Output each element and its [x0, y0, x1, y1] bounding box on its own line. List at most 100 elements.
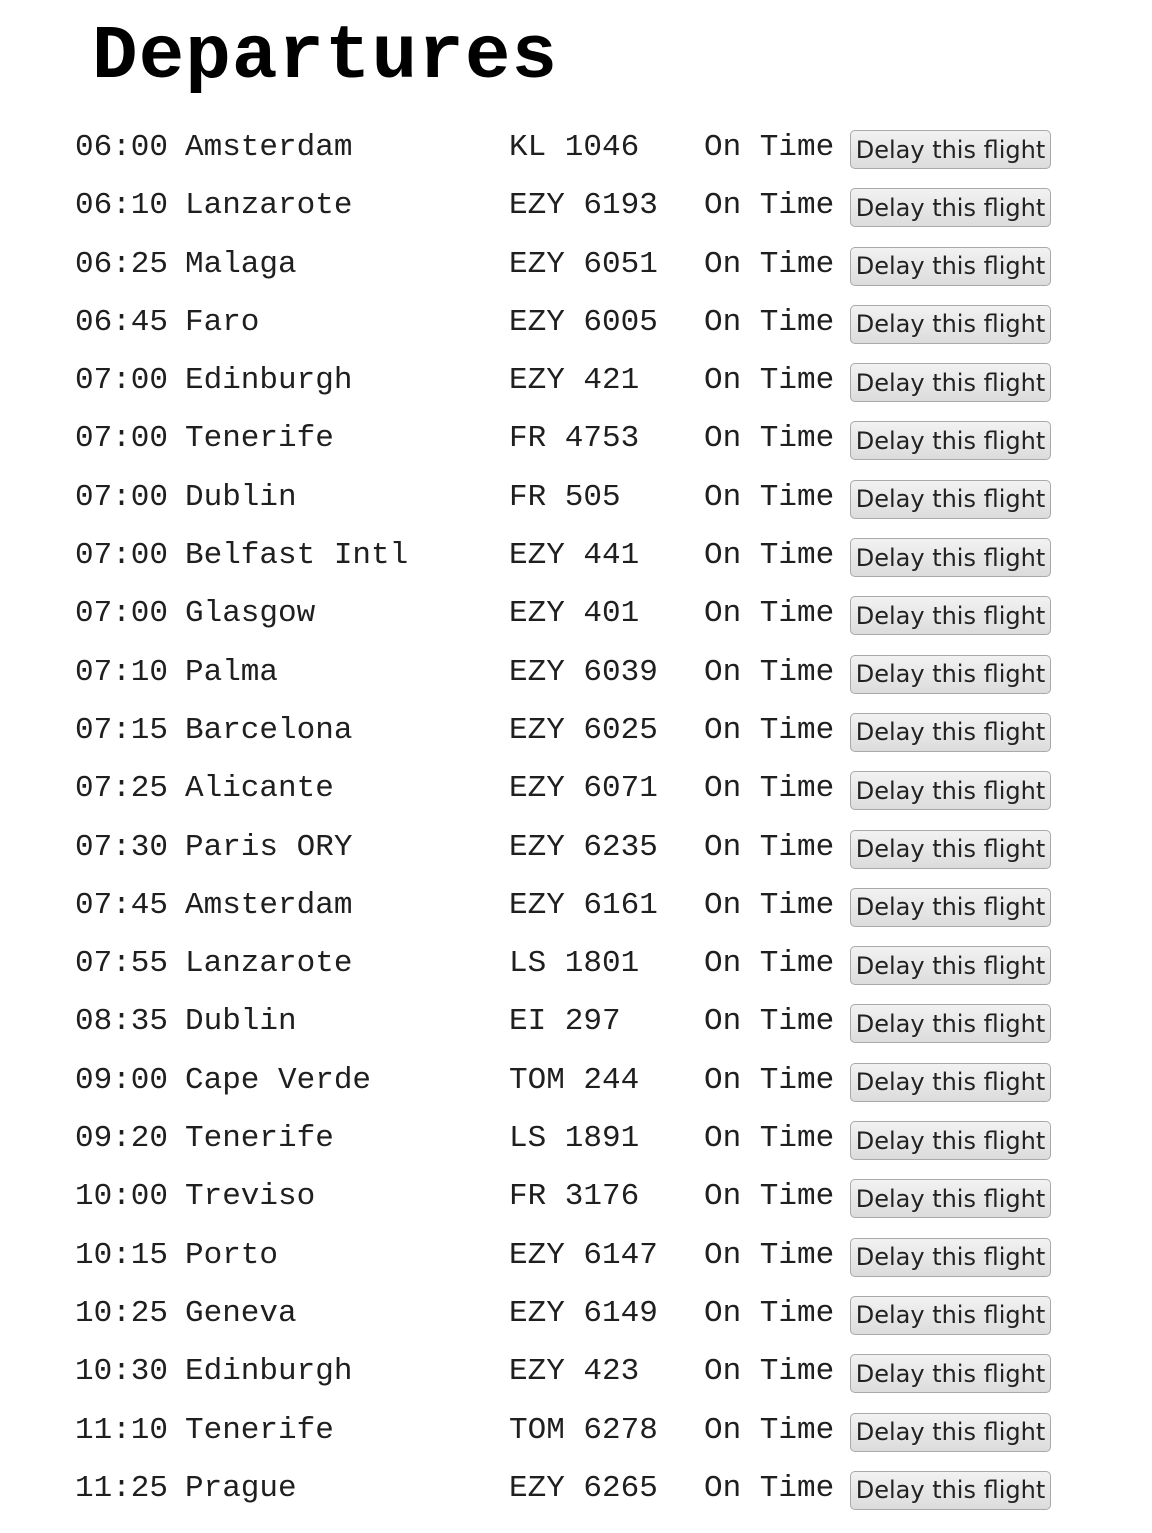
delay-flight-button[interactable]: Delay this flight — [850, 1179, 1051, 1219]
flight-number: EZY 6005 — [509, 304, 658, 340]
departure-time: 10:15 — [75, 1237, 169, 1273]
flight-status: On Time — [704, 246, 835, 282]
destination: Belfast Intl — [185, 538, 409, 574]
flight-number: EZY 6147 — [509, 1237, 658, 1273]
destination: Faro — [185, 304, 260, 340]
flight-row: 07:30 Paris ORY EZY 6235 On Time Delay t… — [75, 818, 1075, 876]
departures-board: 06:00 Amsterdam KL 1046 On Time Delay th… — [75, 118, 1075, 1517]
departure-time: 07:55 — [75, 946, 169, 982]
destination: Amsterdam — [185, 887, 353, 923]
flight-row: 07:00 Tenerife FR 4753 On Time Delay thi… — [75, 409, 1075, 467]
flight-number: LS 1891 — [509, 1121, 640, 1157]
flight-status: On Time — [704, 1470, 835, 1506]
delay-flight-button[interactable]: Delay this flight — [850, 130, 1051, 169]
destination: Edinburgh — [185, 1354, 353, 1390]
delay-flight-button[interactable]: Delay this flight — [850, 363, 1051, 403]
flight-row: 07:00 Glasgow EZY 401 On Time Delay this… — [75, 584, 1075, 642]
delay-flight-button[interactable]: Delay this flight — [850, 246, 1051, 286]
delay-flight-button[interactable]: Delay this flight — [850, 479, 1051, 519]
destination: Dublin — [185, 479, 297, 515]
flight-number: EZY 441 — [509, 538, 640, 574]
flight-row: 10:25 Geneva EZY 6149 On Time Delay this… — [75, 1284, 1075, 1342]
flight-row: 11:25 Prague EZY 6265 On Time Delay this… — [75, 1459, 1075, 1517]
flight-status: On Time — [704, 946, 835, 982]
flight-status: On Time — [704, 1354, 835, 1390]
flight-row: 10:15 Porto EZY 6147 On Time Delay this … — [75, 1226, 1075, 1284]
flight-number: FR 505 — [509, 479, 621, 515]
delay-flight-button[interactable]: Delay this flight — [850, 421, 1051, 461]
flight-status: On Time — [704, 363, 835, 399]
flight-status: On Time — [704, 1412, 835, 1448]
flight-row: 06:45 Faro EZY 6005 On Time Delay this f… — [75, 293, 1075, 351]
flight-number: EZY 6193 — [509, 188, 658, 224]
flight-row: 07:00 Edinburgh EZY 421 On Time Delay th… — [75, 351, 1075, 409]
delay-flight-button[interactable]: Delay this flight — [850, 304, 1051, 344]
delay-flight-button[interactable]: Delay this flight — [850, 654, 1051, 694]
delay-flight-button[interactable]: Delay this flight — [850, 1354, 1051, 1394]
destination: Tenerife — [185, 1121, 334, 1157]
flight-row: 09:00 Cape Verde TOM 244 On Time Delay t… — [75, 1051, 1075, 1109]
destination: Tenerife — [185, 1412, 334, 1448]
departure-time: 10:30 — [75, 1354, 169, 1390]
flight-number: EZY 6039 — [509, 654, 658, 690]
departure-time: 07:25 — [75, 771, 169, 807]
destination: Geneva — [185, 1295, 297, 1331]
delay-flight-button[interactable]: Delay this flight — [850, 1470, 1051, 1510]
destination: Malaga — [185, 246, 297, 282]
departure-time: 07:00 — [75, 421, 169, 457]
departure-time: 06:45 — [75, 304, 169, 340]
departure-time: 08:35 — [75, 1004, 169, 1040]
delay-flight-button[interactable]: Delay this flight — [850, 771, 1051, 811]
destination: Tenerife — [185, 421, 334, 457]
flight-status: On Time — [704, 1237, 835, 1273]
delay-flight-button[interactable]: Delay this flight — [850, 1237, 1051, 1277]
flight-row: 07:45 Amsterdam EZY 6161 On Time Delay t… — [75, 876, 1075, 934]
delay-flight-button[interactable]: Delay this flight — [850, 829, 1051, 869]
flight-status: On Time — [704, 654, 835, 690]
departure-time: 11:10 — [75, 1412, 169, 1448]
delay-flight-button[interactable]: Delay this flight — [850, 712, 1051, 752]
flight-status: On Time — [704, 304, 835, 340]
destination: Lanzarote — [185, 188, 353, 224]
flight-row: 07:55 Lanzarote LS 1801 On Time Delay th… — [75, 934, 1075, 992]
departure-time: 07:10 — [75, 654, 169, 690]
delay-flight-button[interactable]: Delay this flight — [850, 1004, 1051, 1044]
flight-row: 07:25 Alicante EZY 6071 On Time Delay th… — [75, 759, 1075, 817]
flight-number: FR 4753 — [509, 421, 640, 457]
flight-number: EZY 401 — [509, 596, 640, 632]
flight-number: EZY 423 — [509, 1354, 640, 1390]
destination: Alicante — [185, 771, 334, 807]
destination: Porto — [185, 1237, 279, 1273]
flight-number: EZY 421 — [509, 363, 640, 399]
flight-number: EZY 6161 — [509, 887, 658, 923]
flight-status: On Time — [704, 421, 835, 457]
destination: Edinburgh — [185, 363, 353, 399]
destination: Glasgow — [185, 596, 316, 632]
destination: Barcelona — [185, 712, 353, 748]
destination: Lanzarote — [185, 946, 353, 982]
delay-flight-button[interactable]: Delay this flight — [850, 1295, 1051, 1335]
flight-number: EZY 6235 — [509, 829, 658, 865]
departure-time: 10:00 — [75, 1179, 169, 1215]
flight-status: On Time — [704, 479, 835, 515]
flight-status: On Time — [704, 130, 835, 165]
flight-number: EZY 6149 — [509, 1295, 658, 1331]
flight-status: On Time — [704, 1179, 835, 1215]
delay-flight-button[interactable]: Delay this flight — [850, 596, 1051, 636]
flight-number: LS 1801 — [509, 946, 640, 982]
departure-time: 09:00 — [75, 1062, 169, 1098]
flight-number: TOM 6278 — [509, 1412, 658, 1448]
delay-flight-button[interactable]: Delay this flight — [850, 1412, 1051, 1452]
delay-flight-button[interactable]: Delay this flight — [850, 1062, 1051, 1102]
delay-flight-button[interactable]: Delay this flight — [850, 887, 1051, 927]
departure-time: 06:00 — [75, 130, 169, 165]
flight-number: EZY 6051 — [509, 246, 658, 282]
delay-flight-button[interactable]: Delay this flight — [850, 188, 1051, 228]
delay-flight-button[interactable]: Delay this flight — [850, 1121, 1051, 1161]
delay-flight-button[interactable]: Delay this flight — [850, 946, 1051, 986]
destination: Amsterdam — [185, 130, 353, 165]
flight-number: FR 3176 — [509, 1179, 640, 1215]
departure-time: 07:00 — [75, 479, 169, 515]
delay-flight-button[interactable]: Delay this flight — [850, 538, 1051, 578]
flight-row: 08:35 Dublin EI 297 On Time Delay this f… — [75, 992, 1075, 1050]
